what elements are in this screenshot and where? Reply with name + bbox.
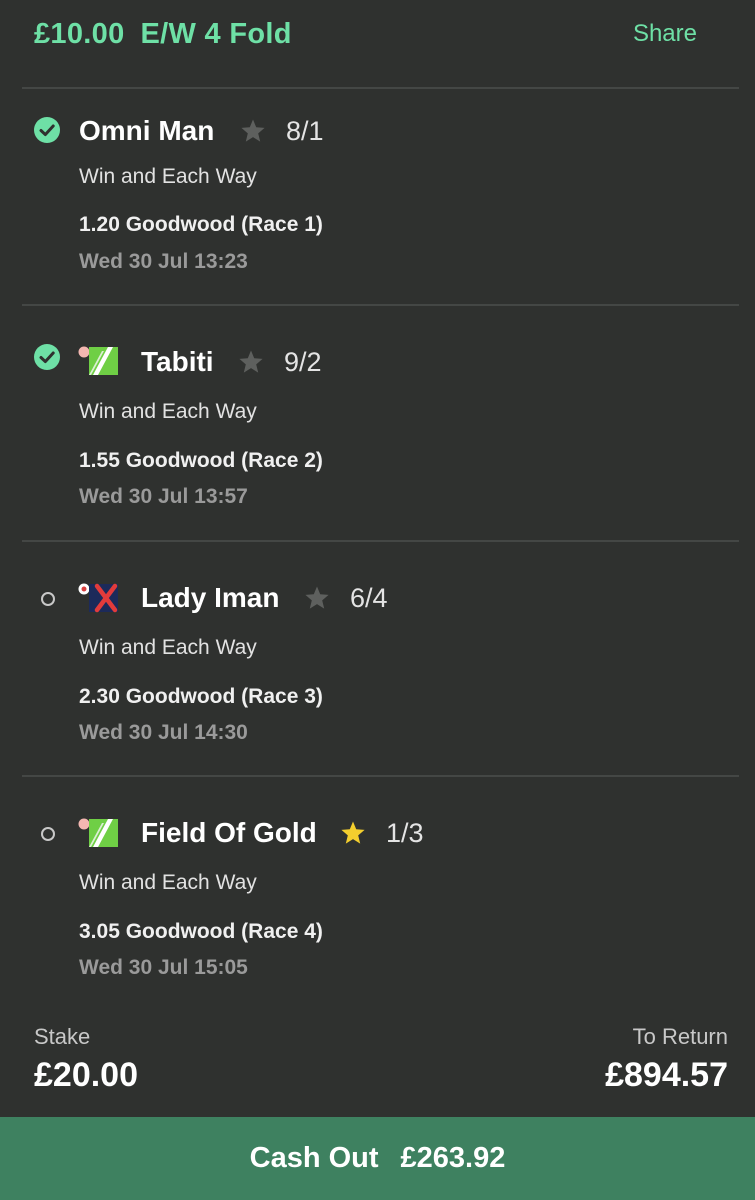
to-return-value: £894.57 — [605, 1056, 728, 1094]
odds: 8/1 — [286, 116, 324, 146]
stake-label: Stake — [34, 1024, 91, 1049]
runner-name: Lady Iman — [141, 582, 280, 613]
pending-circle-icon — [41, 592, 55, 606]
odds: 1/3 — [386, 818, 424, 848]
stake-value: £20.00 — [34, 1056, 138, 1094]
star-icon[interactable] — [304, 585, 330, 611]
race-time: Wed 30 Jul 15:05 — [79, 956, 248, 979]
market-name: Win and Each Way — [79, 871, 257, 894]
cash-out-button[interactable]: Cash Out £263.92 — [0, 1117, 755, 1200]
race-time: Wed 30 Jul 13:57 — [79, 485, 248, 508]
share-link[interactable]: Share — [633, 20, 697, 48]
odds: 9/2 — [284, 347, 322, 377]
cash-out-label: Cash Out — [249, 1142, 379, 1174]
check-circle-icon — [34, 117, 60, 143]
market-name: Win and Each Way — [79, 400, 257, 423]
jockey-silk-icon — [78, 345, 120, 377]
odds: 6/4 — [350, 583, 388, 613]
race-name: 2.30 Goodwood (Race 3) — [79, 685, 323, 708]
star-icon[interactable] — [238, 349, 264, 375]
to-return-label: To Return — [632, 1024, 728, 1049]
selection-row: Tabiti 9/2 Win and Each Way 1.55 Goodwoo… — [0, 305, 755, 541]
pending-circle-icon — [41, 827, 55, 841]
cash-out-amount: £263.92 — [400, 1142, 506, 1174]
jockey-silk-icon — [78, 817, 120, 849]
market-name: Win and Each Way — [79, 165, 257, 188]
race-time: Wed 30 Jul 13:23 — [79, 250, 248, 273]
star-icon[interactable] — [340, 820, 366, 846]
race-name: 3.05 Goodwood (Race 4) — [79, 920, 323, 943]
race-name: 1.20 Goodwood (Race 1) — [79, 213, 323, 236]
selection-row: Lady Iman 6/4 Win and Each Way 2.30 Good… — [0, 541, 755, 777]
race-name: 1.55 Goodwood (Race 2) — [79, 449, 323, 472]
selection-row: Field Of Gold 1/3 Win and Each Way 3.05 … — [0, 776, 755, 1012]
race-time: Wed 30 Jul 14:30 — [79, 721, 248, 744]
selection-row: Omni Man 8/1 Win and Each Way 1.20 Goodw… — [0, 88, 755, 324]
bet-title: £10.00 E/W 4 Fold — [34, 18, 292, 51]
jockey-silk-icon — [78, 582, 120, 614]
bet-card: £10.00 E/W 4 Fold Share Omni Man 8/1 Win … — [0, 0, 755, 1200]
check-circle-icon — [34, 344, 60, 370]
bet-header: £10.00 E/W 4 Fold Share — [0, 0, 755, 88]
bet-type: E/W 4 Fold — [140, 18, 292, 50]
runner-name: Tabiti — [141, 346, 214, 377]
runner-name: Field Of Gold — [141, 817, 317, 848]
market-name: Win and Each Way — [79, 636, 257, 659]
runner-name: Omni Man — [79, 115, 215, 146]
bet-stake: £10.00 — [34, 18, 125, 50]
star-icon[interactable] — [240, 118, 266, 144]
